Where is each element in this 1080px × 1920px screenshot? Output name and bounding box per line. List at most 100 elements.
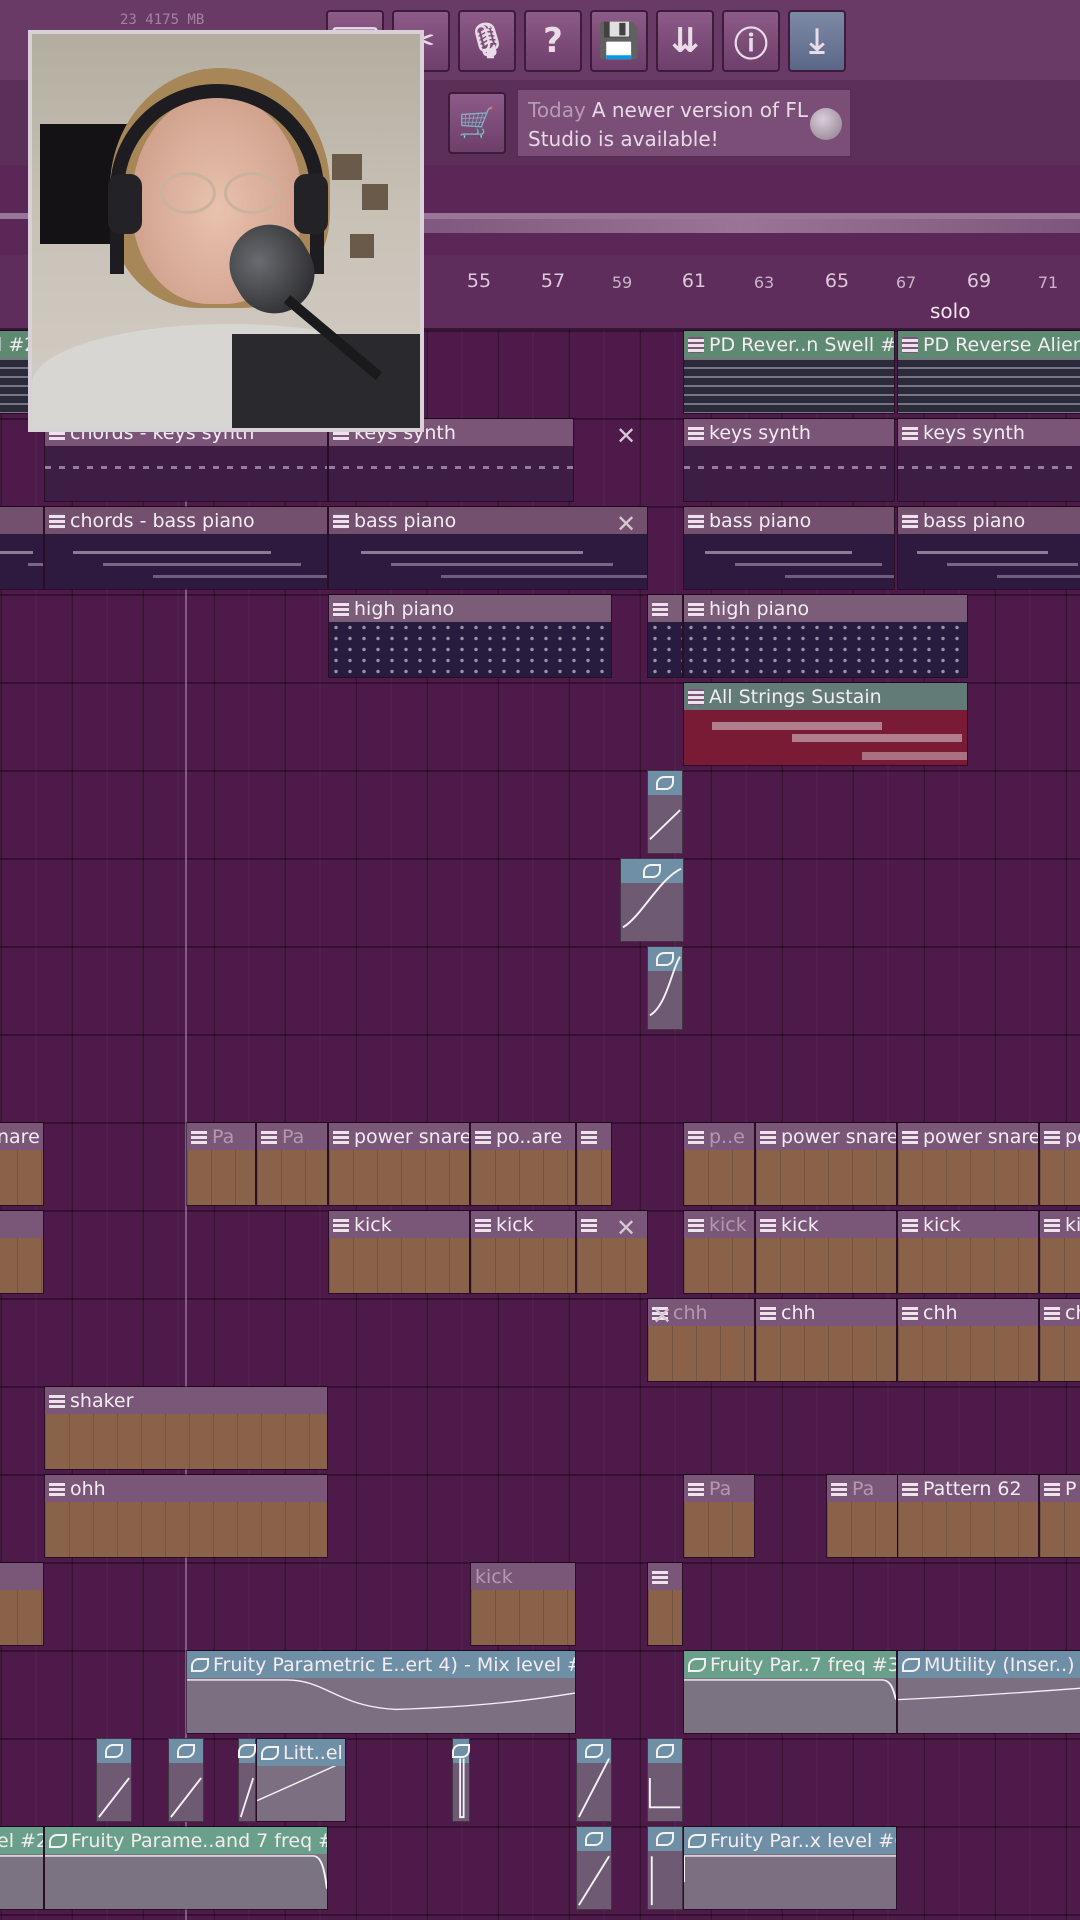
pattern-icon[interactable] (333, 1216, 349, 1233)
clip-body[interactable] (329, 534, 647, 589)
pattern-icon[interactable] (1044, 1216, 1060, 1233)
clip-piano-s[interactable] (647, 594, 683, 678)
clip-kick-4[interactable]: kick (683, 1210, 755, 1294)
muted-clip-close-icon[interactable]: ✕ (616, 1214, 636, 1242)
clip-body[interactable] (329, 1238, 469, 1293)
clip-kick-6[interactable]: kick (897, 1210, 1039, 1294)
pattern-icon[interactable] (688, 1480, 704, 1497)
clip-body[interactable] (45, 534, 327, 589)
clip-header[interactable]: Pa (257, 1123, 327, 1150)
pattern-icon[interactable] (1044, 1304, 1060, 1321)
clip-kick-3[interactable] (576, 1210, 648, 1294)
clip-bass-1[interactable]: chords - bass piano (44, 506, 328, 590)
pattern-icon[interactable] (760, 1128, 776, 1145)
automation-icon[interactable] (688, 1833, 706, 1848)
clip-body[interactable] (684, 358, 894, 413)
clip-body[interactable] (45, 1854, 327, 1909)
clip-rev-2[interactable]: PD Reverse Alien (897, 330, 1080, 414)
clip-body[interactable] (329, 1150, 469, 1205)
export-button[interactable]: ⇊ (656, 10, 714, 72)
clip-body[interactable] (898, 1502, 1038, 1557)
record-audio-button[interactable]: 🎙 (458, 10, 516, 72)
automation-clip-mini-d[interactable] (452, 1738, 470, 1822)
pattern-icon[interactable] (333, 1128, 349, 1145)
clip-header[interactable]: high piano (329, 595, 611, 622)
clip-body[interactable] (898, 1678, 1080, 1733)
clip-header[interactable]: po (1040, 1123, 1080, 1150)
clip-header[interactable]: chords - bass piano (45, 507, 327, 534)
clip-body[interactable] (756, 1150, 896, 1205)
clip-header[interactable]: shaker (45, 1387, 327, 1414)
clip-header[interactable]: power snare (329, 1123, 469, 1150)
clip-auto-2[interactable]: Fruity Par..7 freq #3 (683, 1650, 897, 1734)
clip-body[interactable] (898, 1238, 1038, 1293)
automation-clip-mini-i[interactable] (647, 770, 683, 854)
clip-header[interactable] (0, 1563, 43, 1590)
clip-snare-2[interactable]: Pa (256, 1122, 328, 1206)
clip-body[interactable] (684, 1854, 896, 1909)
pattern-icon[interactable] (760, 1304, 776, 1321)
clip-header[interactable]: kick (471, 1211, 575, 1238)
clip-header[interactable]: chh (898, 1299, 1038, 1326)
clip-strings-1[interactable]: All Strings Sustain (683, 682, 968, 766)
clip-pat-1[interactable]: Pa (683, 1474, 755, 1558)
clip-auto-5[interactable]: el #2 (0, 1826, 44, 1910)
automation-curve[interactable] (45, 1854, 327, 1909)
pattern-icon[interactable] (333, 512, 349, 529)
clip-body[interactable] (648, 1326, 754, 1381)
muted-clip-close-icon[interactable]: ✕ (616, 422, 636, 450)
clip-header[interactable]: ki (1040, 1211, 1080, 1238)
shop-cart-button[interactable]: 🛒 (448, 92, 506, 154)
automation-curve[interactable] (257, 1766, 345, 1821)
clip-body[interactable] (257, 1766, 345, 1821)
automation-clip-mini-a[interactable] (96, 1738, 132, 1822)
clip-header[interactable]: power snare (898, 1123, 1038, 1150)
clip-snare-1[interactable]: Pa (186, 1122, 256, 1206)
automation-curve[interactable] (0, 1854, 43, 1909)
clip-header[interactable]: el #2 (0, 1827, 43, 1854)
clip-header[interactable]: bass piano (329, 507, 647, 534)
clip-snare-9[interactable]: po (1039, 1122, 1080, 1206)
automation-curve[interactable] (684, 1854, 896, 1909)
clip-body[interactable] (0, 1238, 43, 1293)
clip-body[interactable] (898, 446, 1080, 501)
clip-kick-7[interactable]: ki (1039, 1210, 1080, 1294)
clip-body[interactable] (187, 1150, 255, 1205)
clip-body[interactable] (684, 710, 967, 765)
clip-snare-6[interactable]: p..e (683, 1122, 755, 1206)
automation-clip-mini-c[interactable] (238, 1738, 256, 1822)
clip-body[interactable] (684, 1502, 754, 1557)
clip-body[interactable] (684, 1678, 896, 1733)
clip-kick-x[interactable]: kick (470, 1562, 576, 1646)
info-button[interactable]: ⓘ (722, 10, 780, 72)
pattern-icon[interactable] (1044, 1480, 1060, 1497)
pattern-icon[interactable] (475, 1128, 491, 1145)
automation-icon[interactable] (191, 1657, 209, 1672)
clip-body[interactable] (45, 446, 327, 501)
clip-header[interactable]: high piano (684, 595, 967, 622)
clip-body[interactable] (187, 1678, 575, 1733)
clip-keys-3[interactable]: keys synth (683, 418, 895, 502)
automation-curve[interactable] (684, 1678, 896, 1733)
news-panel[interactable]: Today A newer version of FL Studio is ava… (516, 88, 852, 158)
pattern-icon[interactable] (652, 1568, 668, 1585)
automation-clip-mini-e[interactable] (576, 1738, 612, 1822)
overview-scroll-thumb[interactable] (400, 219, 1080, 233)
pattern-icon[interactable] (902, 336, 918, 353)
automation-curve[interactable] (187, 1678, 575, 1733)
pattern-icon[interactable] (49, 512, 65, 529)
clip-body[interactable] (471, 1238, 575, 1293)
clip-body[interactable] (329, 446, 573, 501)
pattern-icon[interactable] (475, 1216, 491, 1233)
clip-body[interactable] (577, 1238, 647, 1293)
clip-header[interactable]: PD Reverse Alien (898, 331, 1080, 358)
automation-clip-mini-g[interactable] (576, 1826, 612, 1910)
clip-body[interactable] (577, 1150, 611, 1205)
pattern-icon[interactable] (581, 1216, 597, 1233)
clip-header[interactable]: Fruity Par..7 freq #3 (684, 1651, 896, 1678)
globe-icon[interactable] (810, 108, 842, 140)
clip-body[interactable] (0, 1590, 43, 1645)
automation-clip-mini-h[interactable] (647, 1826, 683, 1910)
automation-clip-mini-k[interactable] (647, 946, 683, 1030)
clip-body[interactable] (684, 534, 894, 589)
